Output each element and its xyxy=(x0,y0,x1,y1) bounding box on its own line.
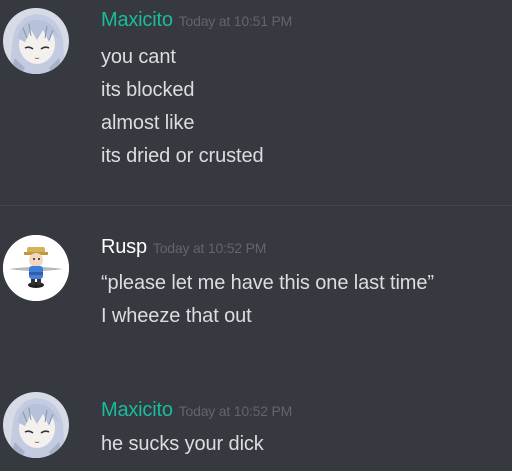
timestamp: Today at 10:52 PM xyxy=(178,403,293,419)
avatar[interactable] xyxy=(3,8,69,74)
username[interactable]: Maxicito xyxy=(101,399,173,421)
avatar[interactable] xyxy=(3,235,69,301)
username[interactable]: Maxicito xyxy=(101,9,173,31)
anime-girl-avatar-icon xyxy=(3,392,69,458)
message-header: Maxicito Today at 10:51 PM xyxy=(101,9,292,32)
message-text: he sucks your dick xyxy=(101,433,264,455)
timestamp: Today at 10:52 PM xyxy=(152,240,267,256)
avatar[interactable] xyxy=(3,392,69,458)
message-text: “please let me have this one last time” xyxy=(101,272,434,294)
message-header: Maxicito Today at 10:52 PM xyxy=(101,399,292,422)
message-text: its dried or crusted xyxy=(101,145,264,167)
anime-girl-avatar-icon xyxy=(3,8,69,74)
message-divider xyxy=(0,205,512,206)
message-text: I wheeze that out xyxy=(101,305,252,327)
username[interactable]: Rusp xyxy=(101,236,147,258)
cartoon-character-avatar-icon xyxy=(3,235,69,301)
timestamp: Today at 10:51 PM xyxy=(178,13,293,29)
chat-message-list: Maxicito Today at 10:51 PM you cant its b… xyxy=(0,0,512,471)
message-header: Rusp Today at 10:52 PM xyxy=(101,236,266,259)
message-text: almost like xyxy=(101,112,195,134)
message-text: its blocked xyxy=(101,79,195,101)
message-text: you cant xyxy=(101,46,176,68)
